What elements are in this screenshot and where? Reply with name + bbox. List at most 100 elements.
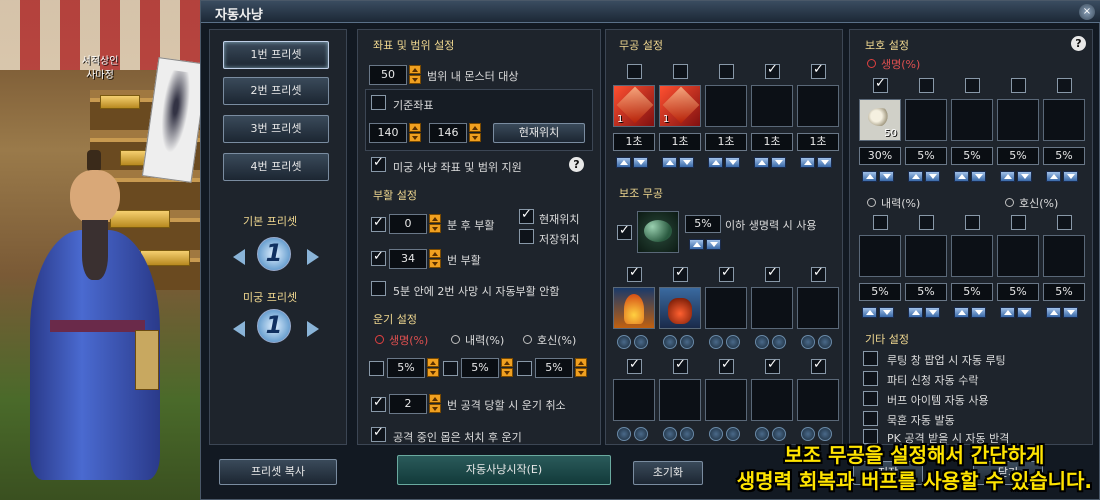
- slot-option-icon[interactable]: [801, 335, 815, 349]
- slot-option-icon[interactable]: [663, 335, 677, 349]
- cancel-meditation-checkbox[interactable]: [371, 395, 386, 412]
- increase-arrow-icon[interactable]: [662, 157, 677, 168]
- slot-option-icon[interactable]: [680, 335, 694, 349]
- slot-option-icon[interactable]: [634, 335, 648, 349]
- guard-radio[interactable]: [523, 335, 532, 344]
- martial-skill-slot[interactable]: [705, 85, 747, 127]
- meditation-inner-stepper[interactable]: [501, 358, 513, 378]
- meditation-guard-input[interactable]: 5%: [535, 358, 573, 378]
- decrease-arrow-icon[interactable]: [879, 171, 894, 182]
- slot-option-icon[interactable]: [772, 335, 786, 349]
- meditation-after-kill-checkbox[interactable]: [371, 425, 386, 442]
- protect-threshold-field[interactable]: 5%: [859, 283, 901, 301]
- auto-buff-item-checkbox[interactable]: [863, 391, 878, 406]
- aux-slot-2-checkbox[interactable]: [673, 265, 688, 282]
- cancel-meditation-stepper[interactable]: [429, 394, 441, 414]
- protect-inner-radio[interactable]: [867, 198, 876, 207]
- protect-threshold-field[interactable]: 5%: [951, 147, 993, 165]
- slot-option-icon[interactable]: [818, 335, 832, 349]
- buff-skill-slot[interactable]: [751, 379, 793, 421]
- range-input[interactable]: 50: [369, 65, 407, 85]
- buff-skill-slot[interactable]: [613, 379, 655, 421]
- revive-after-checkbox[interactable]: [371, 215, 386, 232]
- potion-item-slot[interactable]: [951, 235, 993, 277]
- slot-option-icon[interactable]: [772, 427, 786, 441]
- decrease-arrow-icon[interactable]: [1063, 307, 1078, 318]
- decrease-arrow-icon[interactable]: [725, 157, 740, 168]
- y-coord-input[interactable]: 146: [429, 123, 467, 143]
- martial-slot-1-checkbox[interactable]: [627, 64, 642, 79]
- inner-radio[interactable]: [451, 335, 460, 344]
- buff2-slot-3-checkbox[interactable]: [719, 357, 734, 374]
- y-coord-stepper[interactable]: [469, 123, 481, 143]
- meditation-life-input[interactable]: 5%: [387, 358, 425, 378]
- decrease-arrow-icon[interactable]: [971, 307, 986, 318]
- auto-loot-checkbox[interactable]: [863, 351, 878, 366]
- increase-arrow-icon[interactable]: [1000, 307, 1015, 318]
- protect-threshold-field[interactable]: 5%: [905, 283, 947, 301]
- potion-item-slot[interactable]: 50: [859, 99, 901, 141]
- protect-slot-3-checkbox[interactable]: [965, 78, 980, 93]
- slot-option-icon[interactable]: [726, 335, 740, 349]
- increase-arrow-icon[interactable]: [708, 157, 723, 168]
- preset-3-button[interactable]: 3번 프리셋: [223, 115, 329, 143]
- increase-arrow-icon[interactable]: [1000, 171, 1015, 182]
- potion-item-slot[interactable]: [1043, 99, 1085, 141]
- protect2-slot-5-checkbox[interactable]: [1057, 215, 1072, 230]
- martial-slot-4-checkbox[interactable]: [765, 62, 780, 79]
- protect2-slot-3-checkbox[interactable]: [965, 215, 980, 230]
- decrease-arrow-icon[interactable]: [1017, 171, 1032, 182]
- protect-threshold-field[interactable]: 5%: [1043, 147, 1085, 165]
- meditation-guard-stepper[interactable]: [575, 358, 587, 378]
- martial-slot-3-checkbox[interactable]: [719, 64, 734, 79]
- slot-option-icon[interactable]: [755, 427, 769, 441]
- current-position-checkbox[interactable]: [519, 207, 534, 224]
- close-icon[interactable]: ×: [1079, 4, 1095, 20]
- slot-option-icon[interactable]: [801, 427, 815, 441]
- slot-option-icon[interactable]: [634, 427, 648, 441]
- buff-skill-slot[interactable]: [751, 287, 793, 329]
- npc-character[interactable]: [10, 150, 190, 500]
- buff-skill-slot[interactable]: [705, 287, 747, 329]
- increase-arrow-icon[interactable]: [908, 171, 923, 182]
- prev-arrow-icon[interactable]: [233, 249, 245, 265]
- martial-delay-field[interactable]: 1초: [751, 133, 793, 151]
- protect2-slot-1-checkbox[interactable]: [873, 215, 888, 230]
- current-position-button[interactable]: 현재위치: [493, 123, 585, 143]
- aux-martial-checkbox[interactable]: [617, 223, 632, 240]
- protect2-slot-4-checkbox[interactable]: [1011, 215, 1026, 230]
- range-stepper[interactable]: [409, 65, 421, 85]
- slot-option-icon[interactable]: [617, 335, 631, 349]
- martial-skill-slot[interactable]: [797, 85, 839, 127]
- martial-skill-slot[interactable]: 1: [613, 85, 655, 127]
- slot-option-icon[interactable]: [818, 427, 832, 441]
- aux-slot-5-checkbox[interactable]: [811, 265, 826, 282]
- buff-skill-slot[interactable]: [613, 287, 655, 329]
- increase-arrow-icon[interactable]: [954, 171, 969, 182]
- increase-arrow-icon[interactable]: [1046, 307, 1061, 318]
- potion-item-slot[interactable]: [905, 235, 947, 277]
- aux-slot-1-checkbox[interactable]: [627, 265, 642, 282]
- buff2-slot-5-checkbox[interactable]: [811, 357, 826, 374]
- aux-percent-field[interactable]: 5%: [685, 215, 721, 233]
- title-bar[interactable]: 자동사냥 ×: [201, 1, 1100, 23]
- protect2-slot-2-checkbox[interactable]: [919, 215, 934, 230]
- prev-arrow-icon[interactable]: [233, 321, 245, 337]
- x-coord-stepper[interactable]: [409, 123, 421, 143]
- protect-threshold-field[interactable]: 5%: [997, 283, 1039, 301]
- aux-slot-3-checkbox[interactable]: [719, 265, 734, 282]
- help-icon[interactable]: ?: [1071, 36, 1086, 51]
- increase-arrow-icon[interactable]: [616, 157, 631, 168]
- next-arrow-icon[interactable]: [307, 249, 319, 265]
- revive-after-input[interactable]: 0: [389, 214, 427, 234]
- slot-option-icon[interactable]: [663, 427, 677, 441]
- aux-skill-slot[interactable]: [637, 211, 679, 253]
- martial-delay-field[interactable]: 1초: [797, 133, 839, 151]
- buff-skill-slot[interactable]: [797, 379, 839, 421]
- protect-threshold-field[interactable]: 5%: [951, 283, 993, 301]
- protect-threshold-field[interactable]: 30%: [859, 147, 901, 165]
- protect-slot-4-checkbox[interactable]: [1011, 78, 1026, 93]
- martial-slot-2-checkbox[interactable]: [673, 64, 688, 79]
- decrease-arrow-icon[interactable]: [817, 157, 832, 168]
- decrease-arrow-icon[interactable]: [925, 307, 940, 318]
